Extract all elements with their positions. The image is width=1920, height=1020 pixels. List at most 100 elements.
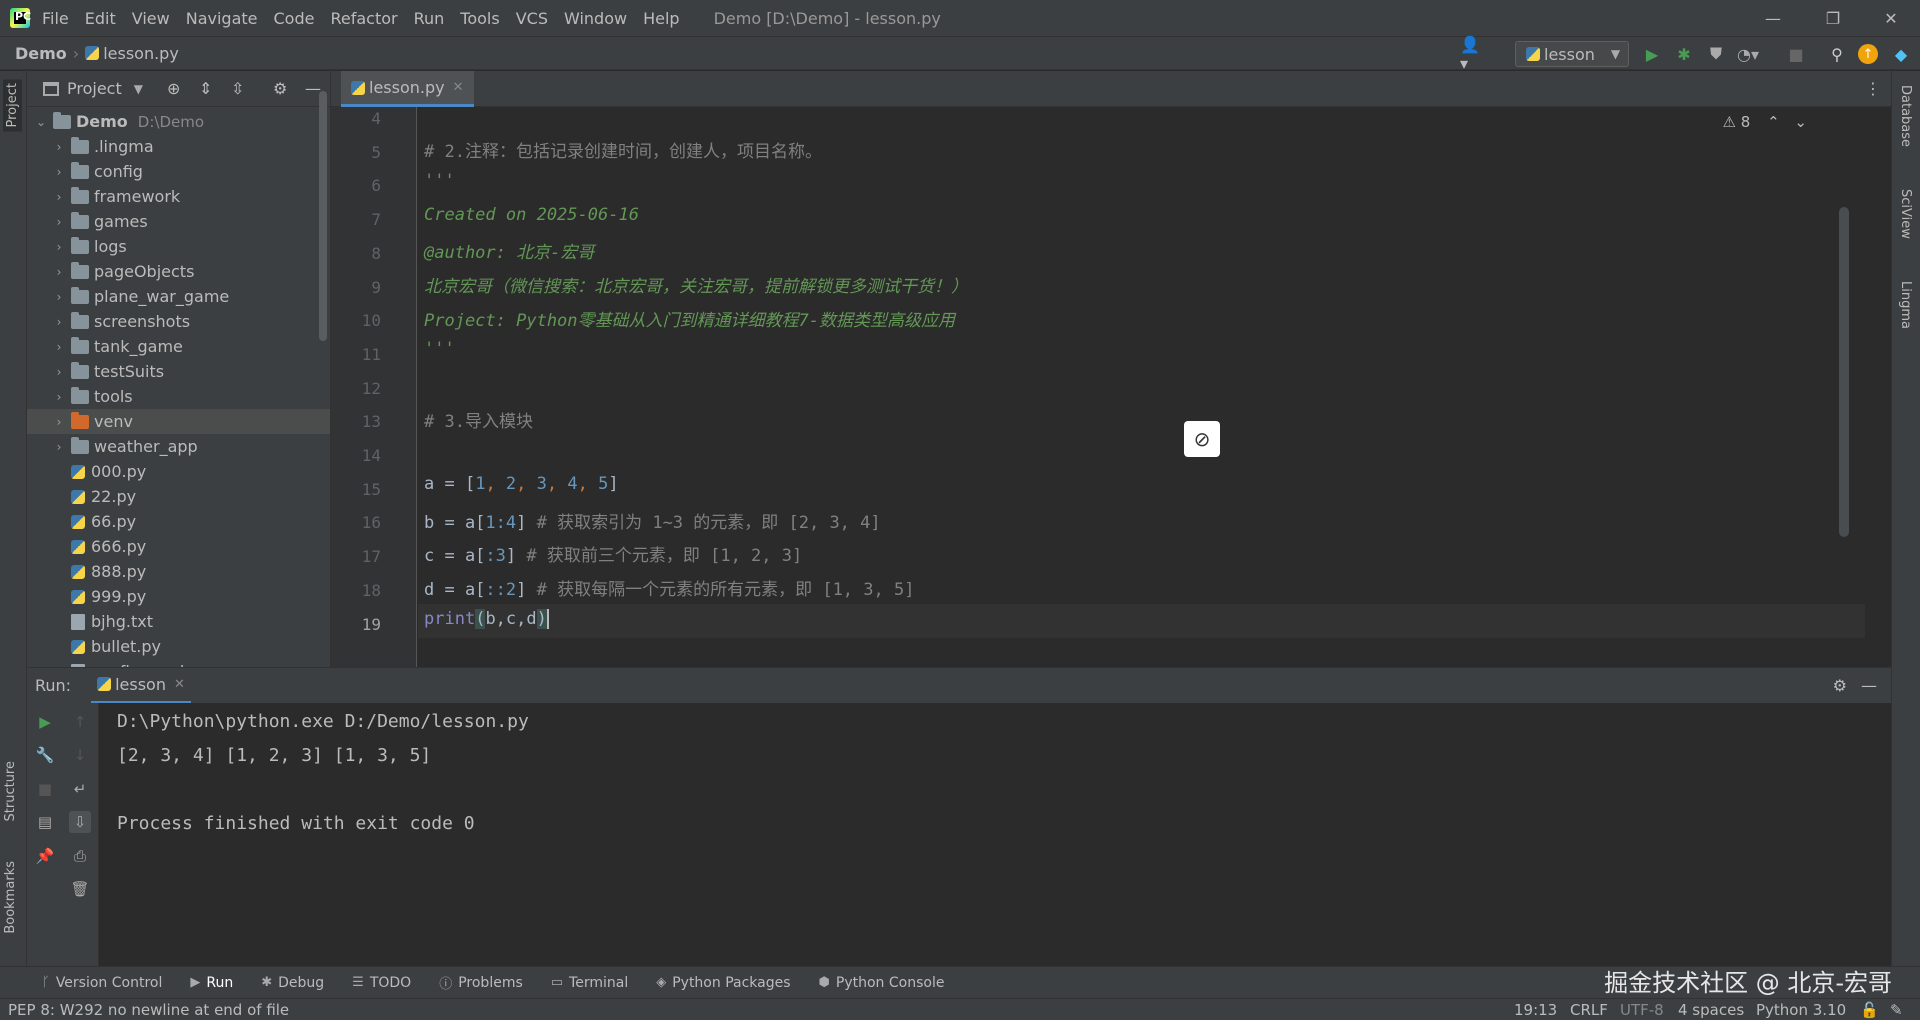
rerun-icon[interactable]: ▶ [34,711,56,733]
menu-tools[interactable]: Tools [460,9,499,28]
user-icon[interactable]: 👤▾ [1460,35,1482,73]
tree-item-lingma[interactable]: › .lingma [27,134,330,159]
menu-help[interactable]: Help [643,9,679,28]
tree-item-config-yaml[interactable]: config.yaml [27,659,330,667]
file-encoding[interactable]: UTF-8 [1620,1001,1664,1019]
line-separator[interactable]: CRLF [1570,1001,1608,1019]
more-icon[interactable]: ⋮ [1865,79,1881,98]
tree-item-config[interactable]: › config [27,159,330,184]
sciview-tool-tab[interactable]: SciView [1898,189,1913,239]
menu-edit[interactable]: Edit [85,9,116,28]
soft-wrap-icon[interactable]: ↵ [69,778,91,800]
project-scrollbar[interactable] [319,91,327,341]
locate-icon[interactable]: ⊕ [167,79,180,98]
tree-item-bullet-py[interactable]: bullet.py [27,634,330,659]
scroll-to-end-icon[interactable]: ⇩ [69,811,91,833]
tool-tab-python-packages[interactable]: ◈ Python Packages [656,975,790,991]
tool-tab-version-control[interactable]: ᚴ Version Control [42,975,162,991]
trash-icon[interactable]: 🗑 [69,878,91,900]
tree-item-tools[interactable]: › tools [27,384,330,409]
down-arrow-icon[interactable]: ↓ [69,744,91,766]
tree-item-games[interactable]: › games [27,209,330,234]
editor-scrollbar[interactable] [1839,207,1849,537]
tree-root[interactable]: ⌄ Demo D:\Demo [27,109,330,134]
minimize-icon[interactable]: — [1744,0,1802,36]
menu-navigate[interactable]: Navigate [186,9,258,28]
chevron-right-icon[interactable]: › [51,440,67,454]
layout-icon[interactable]: ▤ [34,811,56,833]
print-icon[interactable]: ⎙ [69,845,91,867]
tree-item-666-py[interactable]: 666.py [27,534,330,559]
pin-icon[interactable]: 📌 [34,845,56,867]
tree-item-screenshots[interactable]: › screenshots [27,309,330,334]
run-tab-lesson[interactable]: lesson ✕ [91,668,191,704]
tool-tab-run[interactable]: ▶ Run [190,975,233,991]
tool-tab-python-console[interactable]: ⬢ Python Console [819,975,945,991]
caret-position[interactable]: 19:13 [1514,1001,1557,1019]
stop-icon[interactable]: ■ [34,778,56,800]
tree-item-22-py[interactable]: 22.py [27,484,330,509]
chevron-right-icon[interactable]: › [51,140,67,154]
chevron-right-icon[interactable]: › [51,365,67,379]
tree-item-66-py[interactable]: 66.py [27,509,330,534]
hide-icon[interactable]: — [1861,676,1877,695]
coverage-icon[interactable]: ⛊ [1705,43,1727,65]
search-icon[interactable]: ⚲ [1826,43,1848,65]
tab-lesson-py[interactable]: lesson.py ✕ [341,71,474,107]
tree-item-999-py[interactable]: 999.py [27,584,330,609]
chevron-right-icon[interactable]: › [51,265,67,279]
tree-item-testsuits[interactable]: › testSuits [27,359,330,384]
tree-item-bjhg-txt[interactable]: bjhg.txt [27,609,330,634]
status-message[interactable]: PEP 8: W292 no newline at end of file [8,1001,289,1019]
debug-icon[interactable]: ✱ [1673,43,1695,65]
breadcrumb-file[interactable]: lesson.py [103,44,179,63]
up-arrow-icon[interactable]: ↑ [69,711,91,733]
menu-vcs[interactable]: VCS [516,9,548,28]
tool-tab-todo[interactable]: ☰ TODO [352,975,411,991]
collapse-all-icon[interactable]: ⇳ [231,79,244,98]
bookmarks-tool-tab[interactable]: Bookmarks [3,861,18,934]
project-panel-title[interactable]: Project [67,79,122,98]
tree-item-plane-war-game[interactable]: › plane_war_game [27,284,330,309]
python-interpreter[interactable]: Python 3.10 [1756,1001,1846,1019]
chevron-right-icon[interactable]: › [51,290,67,304]
indent-setting[interactable]: 4 spaces [1678,1001,1744,1019]
tree-item-framework[interactable]: › framework [27,184,330,209]
tree-item-venv[interactable]: › venv [27,409,330,434]
lingma-tool-tab[interactable]: Lingma [1898,281,1913,329]
chevron-right-icon[interactable]: › [51,165,67,179]
tree-item-tank-game[interactable]: › tank_game [27,334,330,359]
tree-item-000-py[interactable]: 000.py [27,459,330,484]
tool-tab-debug[interactable]: ✱ Debug [261,975,324,991]
expand-all-icon[interactable]: ⇕ [199,79,212,98]
wrench-icon[interactable]: 🔧 [34,744,56,766]
gear-icon[interactable]: ⚙ [273,79,287,98]
chevron-right-icon[interactable]: › [51,340,67,354]
no-entry-icon[interactable]: ⊘ [1184,421,1220,457]
chevron-right-icon[interactable]: › [51,390,67,404]
tool-tab-problems[interactable]: ⓘ Problems [439,973,523,993]
menu-refactor[interactable]: Refactor [330,9,397,28]
tree-item-pageobjects[interactable]: › pageObjects [27,259,330,284]
close-icon[interactable]: ✕ [174,677,185,692]
close-icon[interactable]: ✕ [453,80,464,95]
menu-window[interactable]: Window [564,9,627,28]
close-icon[interactable]: ✕ [1862,0,1920,36]
profile-icon[interactable]: ◔▾ [1737,43,1759,65]
plugin-icon[interactable]: ◆ [1890,43,1912,65]
notifications-icon[interactable]: ✎ [1890,1001,1903,1019]
run-icon[interactable]: ▶ [1641,43,1663,65]
run-console[interactable]: D:\Python\python.exe D:/Demo/lesson.py [… [99,703,1891,966]
chevron-right-icon[interactable]: › [51,215,67,229]
code-editor[interactable]: ⚠ 8 ⌃ ⌄ # 2.注释：包括记录创建时间，创建人，项目名称。 ''' Cr… [418,107,1865,667]
database-tool-tab[interactable]: Database [1898,85,1913,147]
chevron-down-icon[interactable]: ▼ [134,82,143,96]
gear-icon[interactable]: ⚙ [1833,676,1847,695]
menu-code[interactable]: Code [274,9,315,28]
chevron-right-icon[interactable]: › [51,415,67,429]
chevron-right-icon[interactable]: › [51,315,67,329]
tree-item-weather-app[interactable]: › weather_app [27,434,330,459]
menu-file[interactable]: File [42,9,69,28]
update-icon[interactable]: ↑ [1858,44,1878,64]
structure-tool-tab[interactable]: Structure [3,761,18,821]
